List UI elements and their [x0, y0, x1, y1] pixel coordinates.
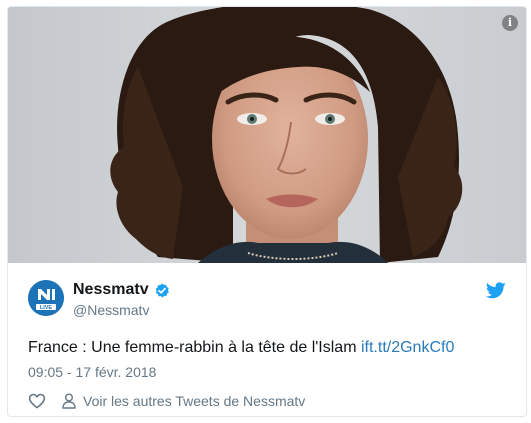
tweet-text-content: France : Une femme-rabbin à la tête de l… — [28, 339, 361, 356]
tweet-body: LIVE Nessmatv @Nessmatv France : Une fem… — [8, 264, 526, 416]
tweet-timestamp[interactable]: 09:05 - 17 févr. 2018 — [28, 364, 156, 380]
avatar[interactable]: LIVE — [28, 280, 64, 316]
nessmatv-logo-icon: LIVE — [28, 280, 64, 316]
heart-icon[interactable] — [28, 393, 46, 409]
more-tweets-link[interactable]: Voir les autres Tweets de Nessmatv — [83, 393, 305, 409]
tweet-photo[interactable]: i — [8, 7, 526, 263]
tweet-link[interactable]: ift.tt/2GnkCf0 — [361, 339, 454, 356]
tweet-card: i LIVE Nessmatv @Nessmatv France : Une f… — [7, 6, 527, 417]
author-handle[interactable]: @Nessmatv — [73, 302, 149, 318]
person-icon — [62, 393, 76, 409]
tweet-actions: Voir les autres Tweets de Nessmatv — [28, 391, 305, 411]
twitter-bird-icon[interactable] — [486, 282, 506, 299]
info-icon[interactable]: i — [502, 15, 518, 31]
tweet-text: France : Une femme-rabbin à la tête de l… — [28, 339, 454, 357]
avatar-live-label: LIVE — [40, 305, 53, 311]
verified-badge-icon — [155, 283, 169, 298]
author-name[interactable]: Nessmatv — [73, 281, 149, 299]
portrait-image — [8, 7, 526, 263]
